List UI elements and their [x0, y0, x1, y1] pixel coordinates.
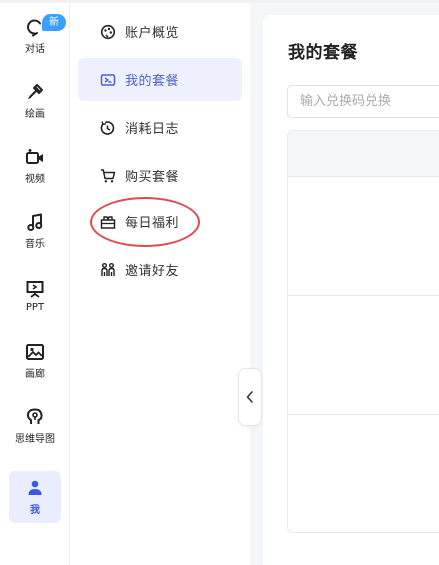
redeem-code-input[interactable]: [287, 85, 439, 118]
table-row-divider: [288, 414, 439, 415]
rail-item-gallery[interactable]: 画廊: [9, 335, 61, 387]
menu-item-invite-friends[interactable]: 邀请好友: [78, 248, 242, 291]
menu-item-my-plan[interactable]: 我的套餐: [78, 58, 242, 101]
rail-item-chat[interactable]: 对话 新: [9, 10, 66, 62]
collapse-menu-button[interactable]: [238, 368, 262, 426]
menu-item-daily-bonus[interactable]: 每日福利: [78, 200, 242, 243]
mindmap-icon: [26, 408, 43, 424]
rail-item-video[interactable]: 视频: [9, 140, 61, 192]
rail-item-me[interactable]: 我: [9, 471, 61, 523]
cart-icon: [101, 168, 116, 182]
ppt-icon: [26, 281, 44, 298]
rail-item-label: 对话: [25, 44, 45, 55]
menu-item-label: 购买套餐: [125, 170, 180, 185]
table-row-divider: [288, 295, 439, 296]
image-icon: [26, 344, 44, 360]
menu-item-usage-log[interactable]: 消耗日志: [78, 106, 242, 149]
menu-item-label: 邀请好友: [125, 264, 180, 279]
menu-item-label: 账户概览: [125, 26, 180, 41]
menu-item-label: 我的套餐: [125, 74, 180, 89]
ticket-icon: [100, 73, 116, 86]
rail-item-label: 画廊: [25, 369, 45, 380]
rail-item-mindmap[interactable]: 思维导图: [9, 400, 61, 452]
clock-icon: [100, 120, 115, 135]
rail-item-label: 思维导图: [15, 434, 55, 445]
menu-item-label: 消耗日志: [125, 122, 180, 137]
brush-icon: [28, 84, 43, 99]
rail-item-label: 绘画: [25, 109, 45, 120]
menu-item-account-overview[interactable]: 账户概览: [78, 10, 242, 53]
rail-item-label: 音乐: [25, 239, 45, 250]
rail-item-label: 视频: [25, 174, 45, 185]
user-icon: [28, 480, 42, 495]
gift-icon: [100, 215, 116, 229]
video-icon: [26, 149, 43, 164]
rail-item-ppt[interactable]: PPT: [9, 270, 61, 322]
menu-item-label: 每日福利: [125, 216, 180, 231]
plan-table: [287, 130, 439, 533]
table-header: [288, 131, 439, 177]
menu-item-buy-plan[interactable]: 购买套餐: [78, 154, 242, 197]
page-title: 我的套餐: [288, 43, 358, 63]
rail-item-label: PPT: [25, 302, 45, 313]
rail-item-draw[interactable]: 绘画: [9, 75, 61, 127]
account-menu: 账户概览 我的套餐 消耗日志 购买套餐 每日福利 邀请好友: [70, 3, 250, 565]
chevron-left-icon: [246, 391, 253, 403]
rail-item-music[interactable]: 音乐: [9, 205, 61, 257]
music-icon: [27, 213, 43, 231]
rail-item-label: 我: [30, 505, 40, 516]
new-badge: 新: [42, 14, 66, 31]
people-icon: [101, 262, 115, 276]
palette-icon: [100, 24, 116, 39]
app-rail: 对话 新 绘画 视频 音乐 PPT 画廊 思维导图 我: [0, 3, 70, 565]
